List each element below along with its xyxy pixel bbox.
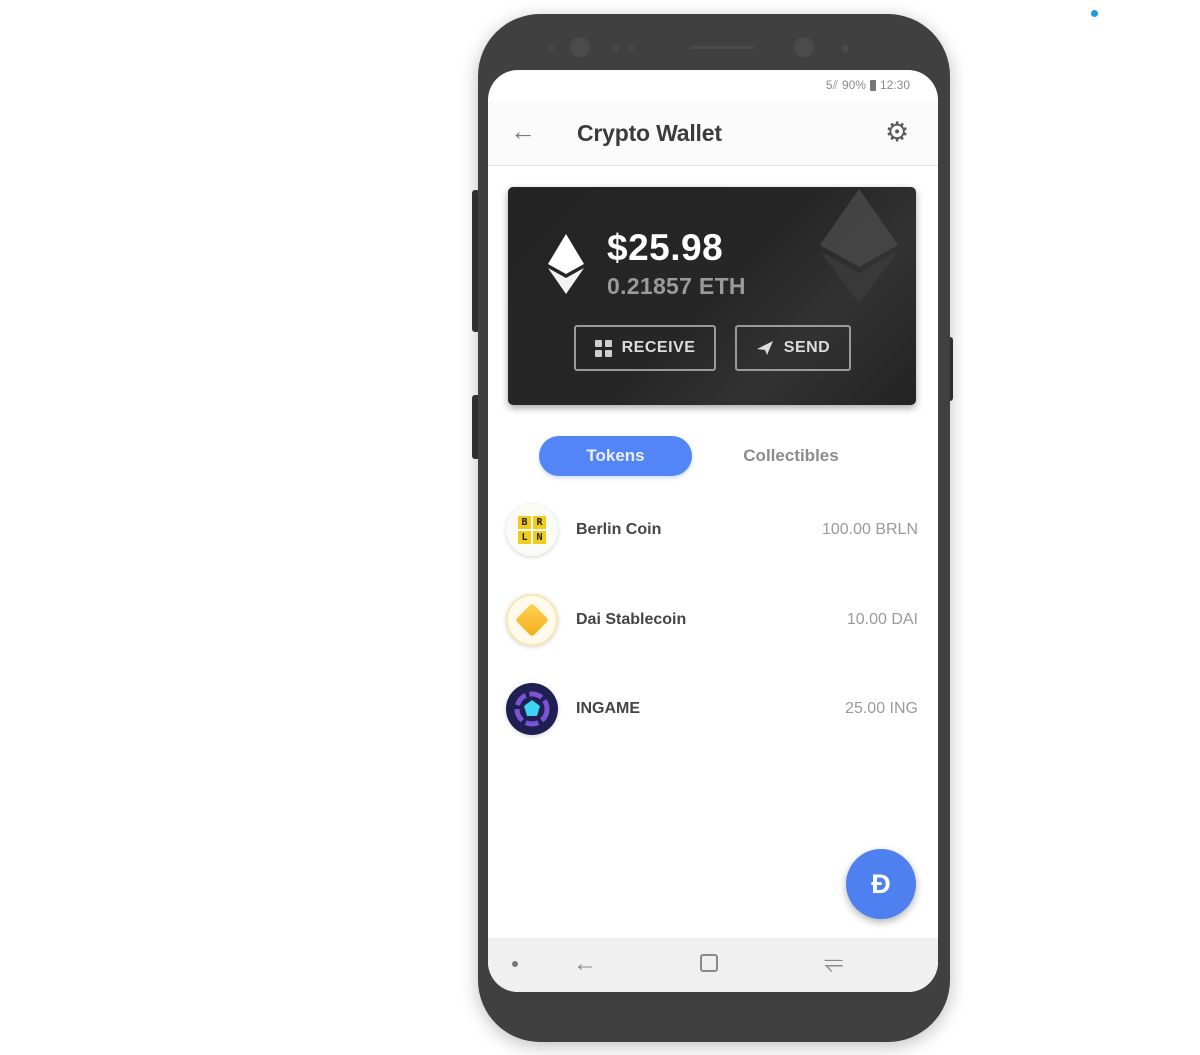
nav-recent-apps-icon[interactable]: ⥫ [824, 948, 843, 976]
token-name: INGAME [576, 700, 640, 717]
page-title: Crypto Wallet [577, 120, 722, 146]
token-amount: 10.00 DAI [846, 611, 918, 628]
paper-plane-icon [756, 341, 773, 355]
token-row-dai[interactable]: Dai Stablecoin 10.00 DAI [506, 590, 918, 650]
phone-frame: 5⫽ 90% 12:30 ← Crypto Wallet ⚙ $25.98 0.… [478, 14, 950, 1042]
front-camera [794, 37, 814, 57]
token-name: Berlin Coin [576, 521, 662, 538]
proximity-sensor [548, 45, 554, 51]
sensor-dot [628, 45, 634, 51]
token-amount: 25.00 ING [845, 700, 918, 717]
fiat-balance: $25.98 [607, 227, 724, 268]
sensor-dot [842, 45, 849, 52]
crypto-balance: 0.21857 ETH [607, 273, 746, 299]
status-bar: 5⫽ 90% 12:30 [488, 70, 938, 100]
berlin-coin-icon: B R L N [506, 504, 558, 556]
indicator-dot [1091, 10, 1098, 17]
phone-screen: 5⫽ 90% 12:30 ← Crypto Wallet ⚙ $25.98 0.… [488, 70, 938, 992]
token-amount: 100.00 BRLN [821, 521, 918, 538]
nav-home-icon[interactable] [700, 954, 718, 972]
navigation-bar: ← ⥫ [488, 938, 938, 992]
receive-label: RECEIVE [621, 339, 696, 356]
balance-card: $25.98 0.21857 ETH RECEIVE SEND [508, 187, 916, 405]
ethereum-icon [548, 234, 584, 294]
app-bar: ← Crypto Wallet ⚙ [488, 100, 938, 166]
battery-percent: 90% [841, 78, 866, 92]
gear-icon[interactable]: ⚙ [885, 119, 909, 146]
token-row-ingame[interactable]: INGAME 25.00 ING [506, 679, 918, 739]
nav-back-icon[interactable]: ← [573, 950, 597, 978]
earpiece-speaker [690, 46, 754, 49]
qr-code-icon [594, 339, 612, 357]
back-arrow-icon[interactable]: ← [510, 118, 536, 144]
signal-indicator: 5⫽ [825, 77, 838, 92]
send-label: SEND [783, 339, 831, 356]
dapp-browser-button[interactable]: Ð [846, 849, 916, 919]
token-name: Dai Stablecoin [576, 611, 687, 628]
ingame-icon [506, 683, 558, 735]
token-row-berlin-coin[interactable]: B R L N Berlin Coin 100.00 BRLN [506, 500, 918, 560]
clock: 12:30 [879, 78, 910, 92]
iris-scanner [570, 37, 590, 57]
sensor-dot [613, 45, 619, 51]
send-button[interactable]: SEND [735, 325, 851, 371]
ethereum-watermark-icon [820, 189, 898, 303]
nav-dot-icon [512, 961, 518, 967]
dai-icon [506, 594, 558, 646]
battery-icon [869, 79, 876, 91]
tab-tokens[interactable]: Tokens [539, 436, 692, 476]
receive-button[interactable]: RECEIVE [574, 325, 716, 371]
tab-collectibles[interactable]: Collectibles [716, 436, 866, 476]
